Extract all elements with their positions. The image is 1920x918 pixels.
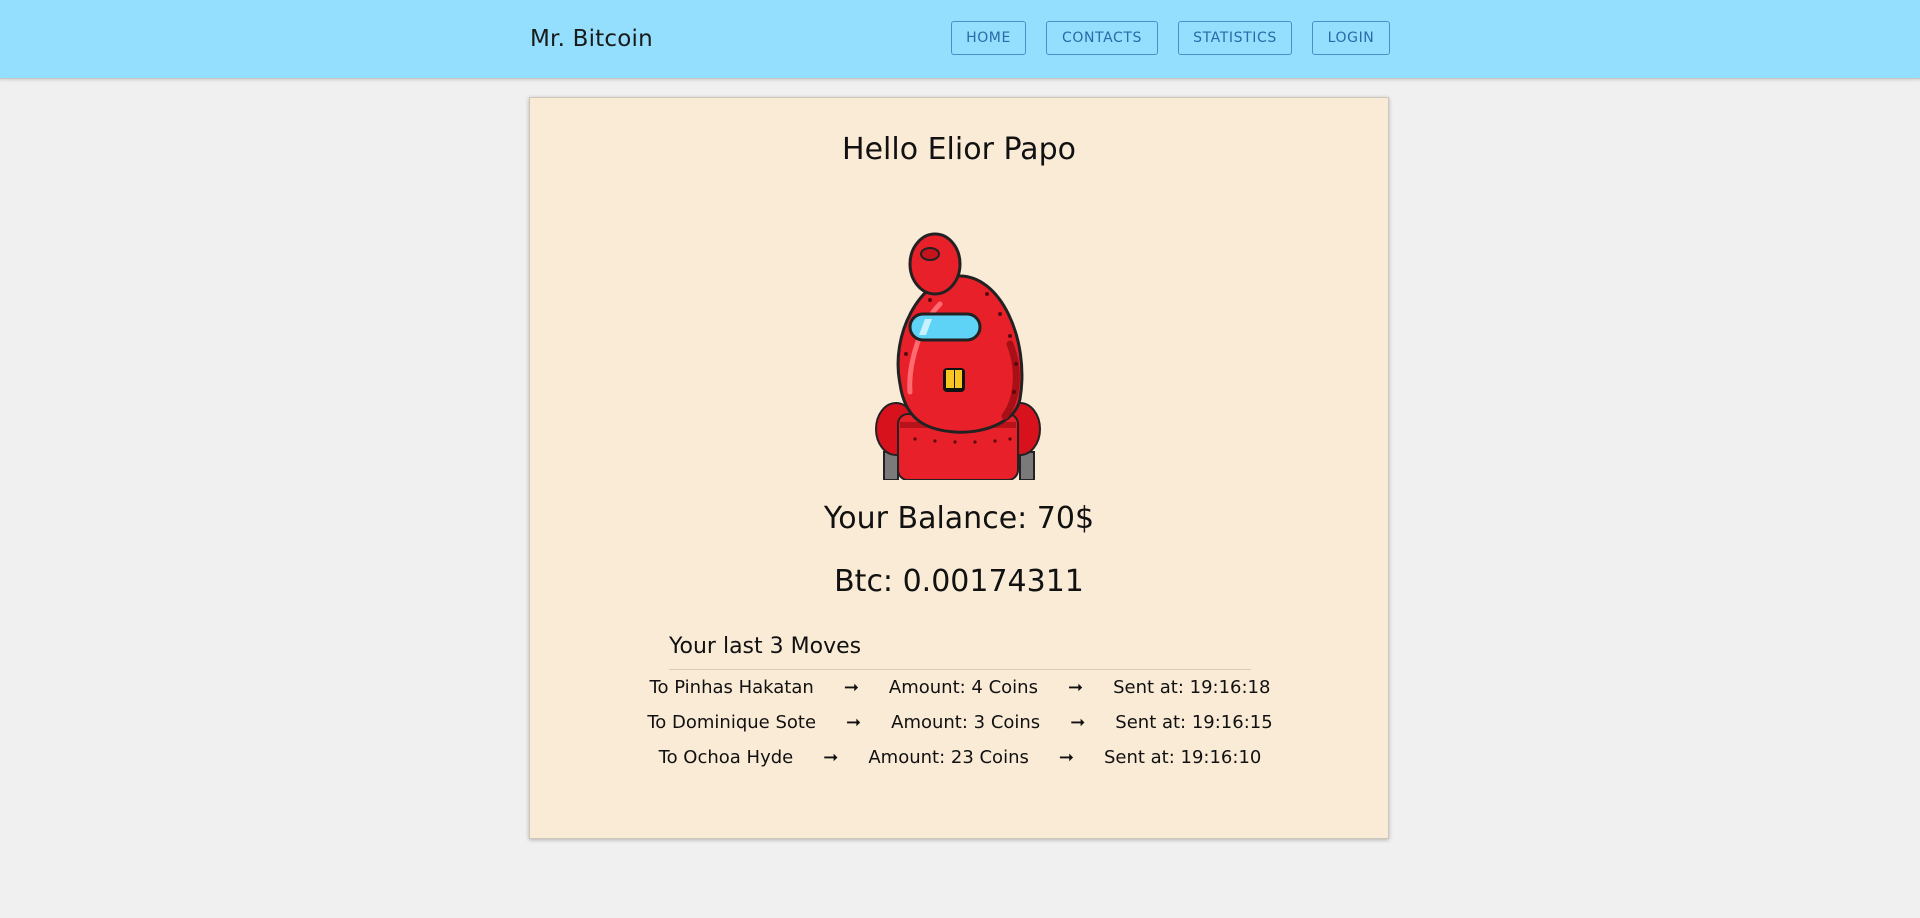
nav-home-button[interactable]: HOME [951, 21, 1026, 55]
last-moves-title: Your last 3 Moves [669, 634, 1251, 670]
move-time: Sent at: 19:16:10 [1103, 747, 1262, 768]
move-time: Sent at: 19:16:18 [1113, 677, 1271, 698]
home-card: Hello Elior Papo Your Balance: 70$ Btc: … [529, 97, 1389, 839]
move-row: To Dominique Sote ➞ Amount: 3 Coins ➞ Se… [647, 705, 1272, 740]
arrow-right-icon: ➞ [843, 677, 859, 698]
move-time: Sent at: 19:16:15 [1115, 712, 1273, 733]
robot-avatar-icon [870, 224, 1050, 481]
move-row: To Pinhas Hakatan ➞ Amount: 4 Coins ➞ Se… [650, 670, 1271, 705]
arrow-right-icon: ➞ [1058, 747, 1074, 768]
btc-balance-text: Btc: 0.00174311 [834, 564, 1084, 599]
arrow-right-icon: ➞ [1070, 712, 1086, 733]
move-recipient: To Pinhas Hakatan [649, 677, 814, 698]
last-moves-section: Your last 3 Moves To Pinhas Hakatan ➞ Am… [647, 634, 1272, 775]
move-row: To Ochoa Hyde ➞ Amount: 23 Coins ➞ Sent … [659, 740, 1262, 775]
top-nav-bar: Mr. Bitcoin HOME CONTACTS STATISTICS LOG… [0, 0, 1920, 79]
arrow-right-icon: ➞ [846, 712, 862, 733]
greeting-title: Hello Elior Papo [842, 132, 1076, 167]
move-amount: Amount: 4 Coins [888, 677, 1038, 698]
move-amount: Amount: 23 Coins [868, 747, 1029, 768]
balance-text: Your Balance: 70$ [823, 501, 1095, 536]
arrow-right-icon: ➞ [823, 747, 839, 768]
nav-contacts-button[interactable]: CONTACTS [1046, 21, 1158, 55]
brand-title: Mr. Bitcoin [530, 26, 653, 52]
move-recipient: To Dominique Sote [647, 712, 817, 733]
arrow-right-icon: ➞ [1067, 677, 1084, 698]
nav-statistics-button[interactable]: STATISTICS [1178, 21, 1292, 55]
nav-login-button[interactable]: LOGIN [1312, 21, 1390, 55]
move-amount: Amount: 3 Coins [891, 712, 1041, 733]
move-recipient: To Ochoa Hyde [658, 747, 794, 768]
